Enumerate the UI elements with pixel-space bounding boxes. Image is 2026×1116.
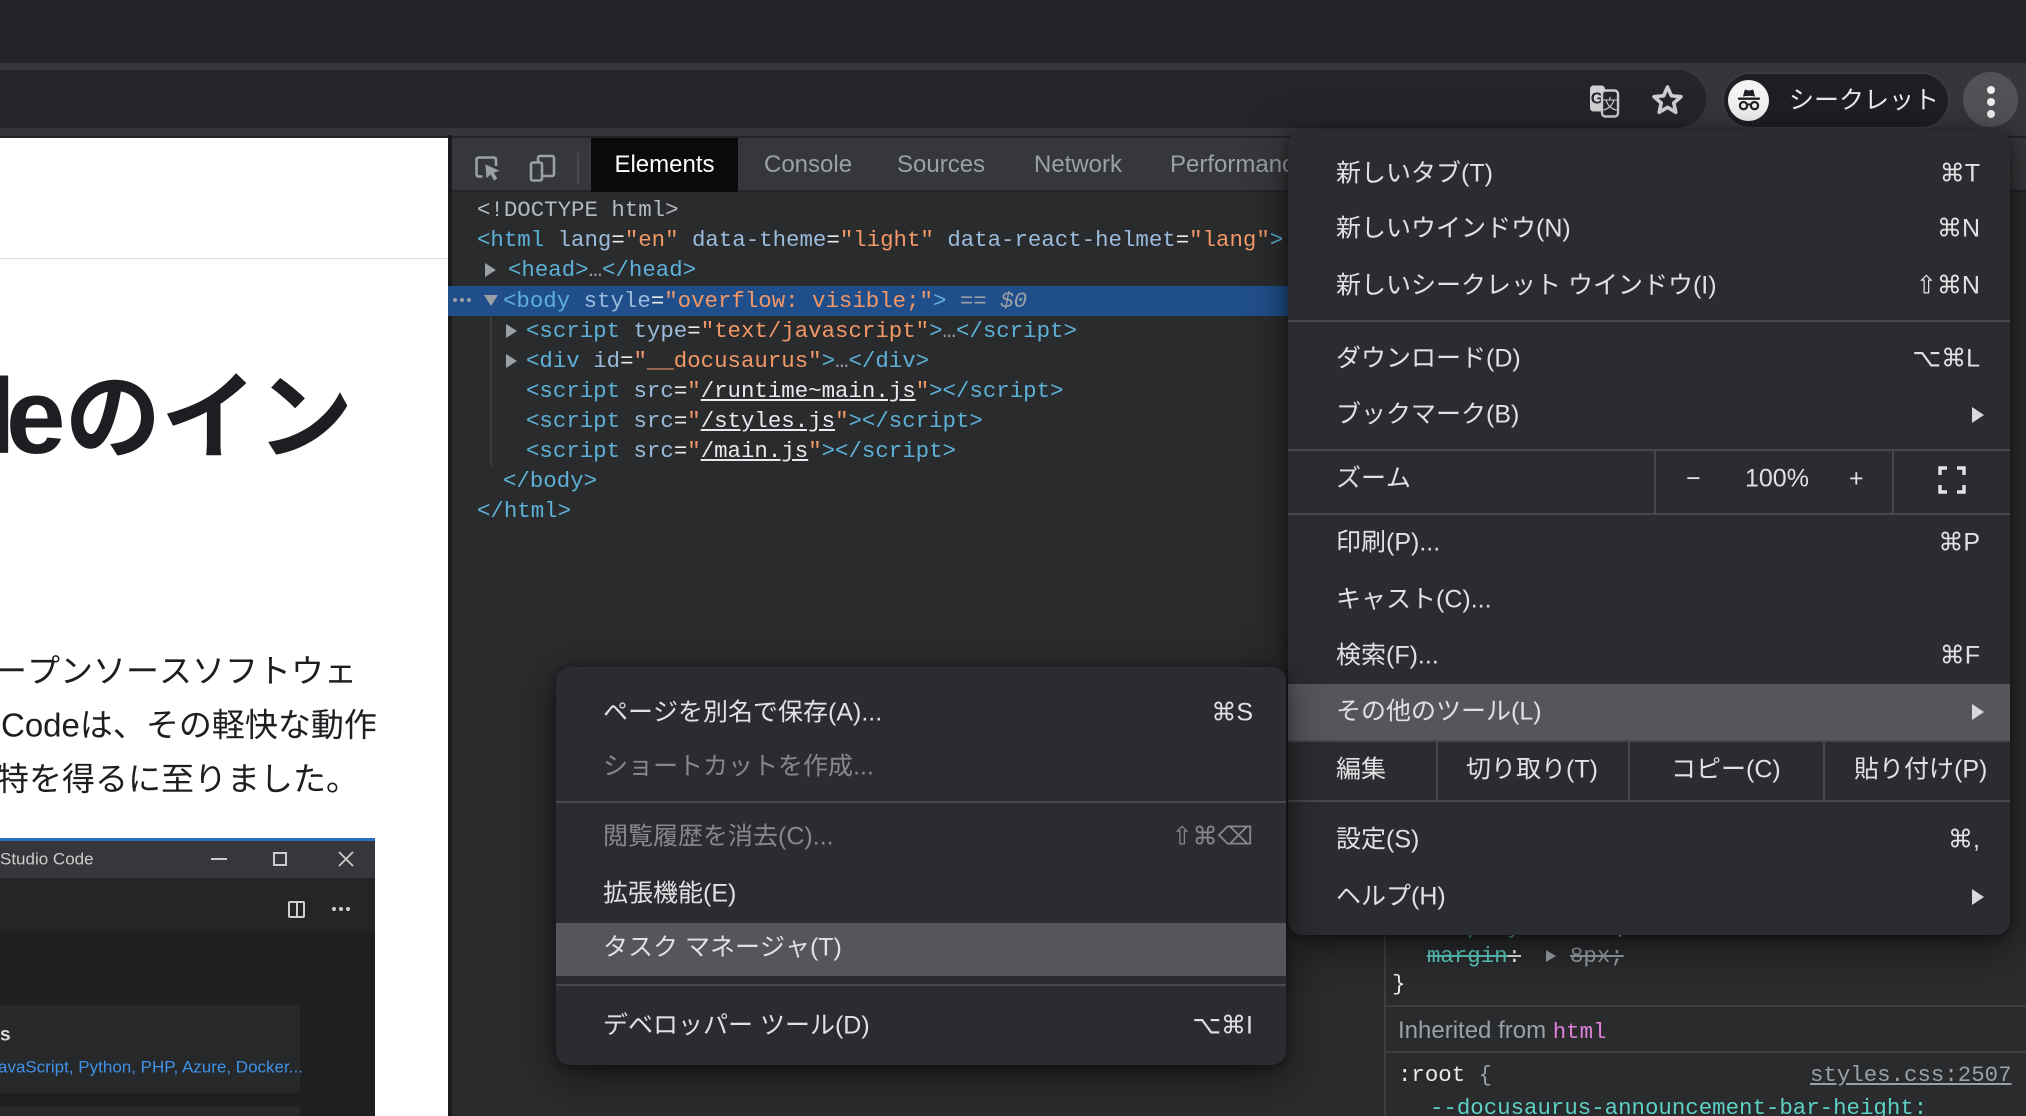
svg-text:文: 文 [1602, 94, 1617, 115]
